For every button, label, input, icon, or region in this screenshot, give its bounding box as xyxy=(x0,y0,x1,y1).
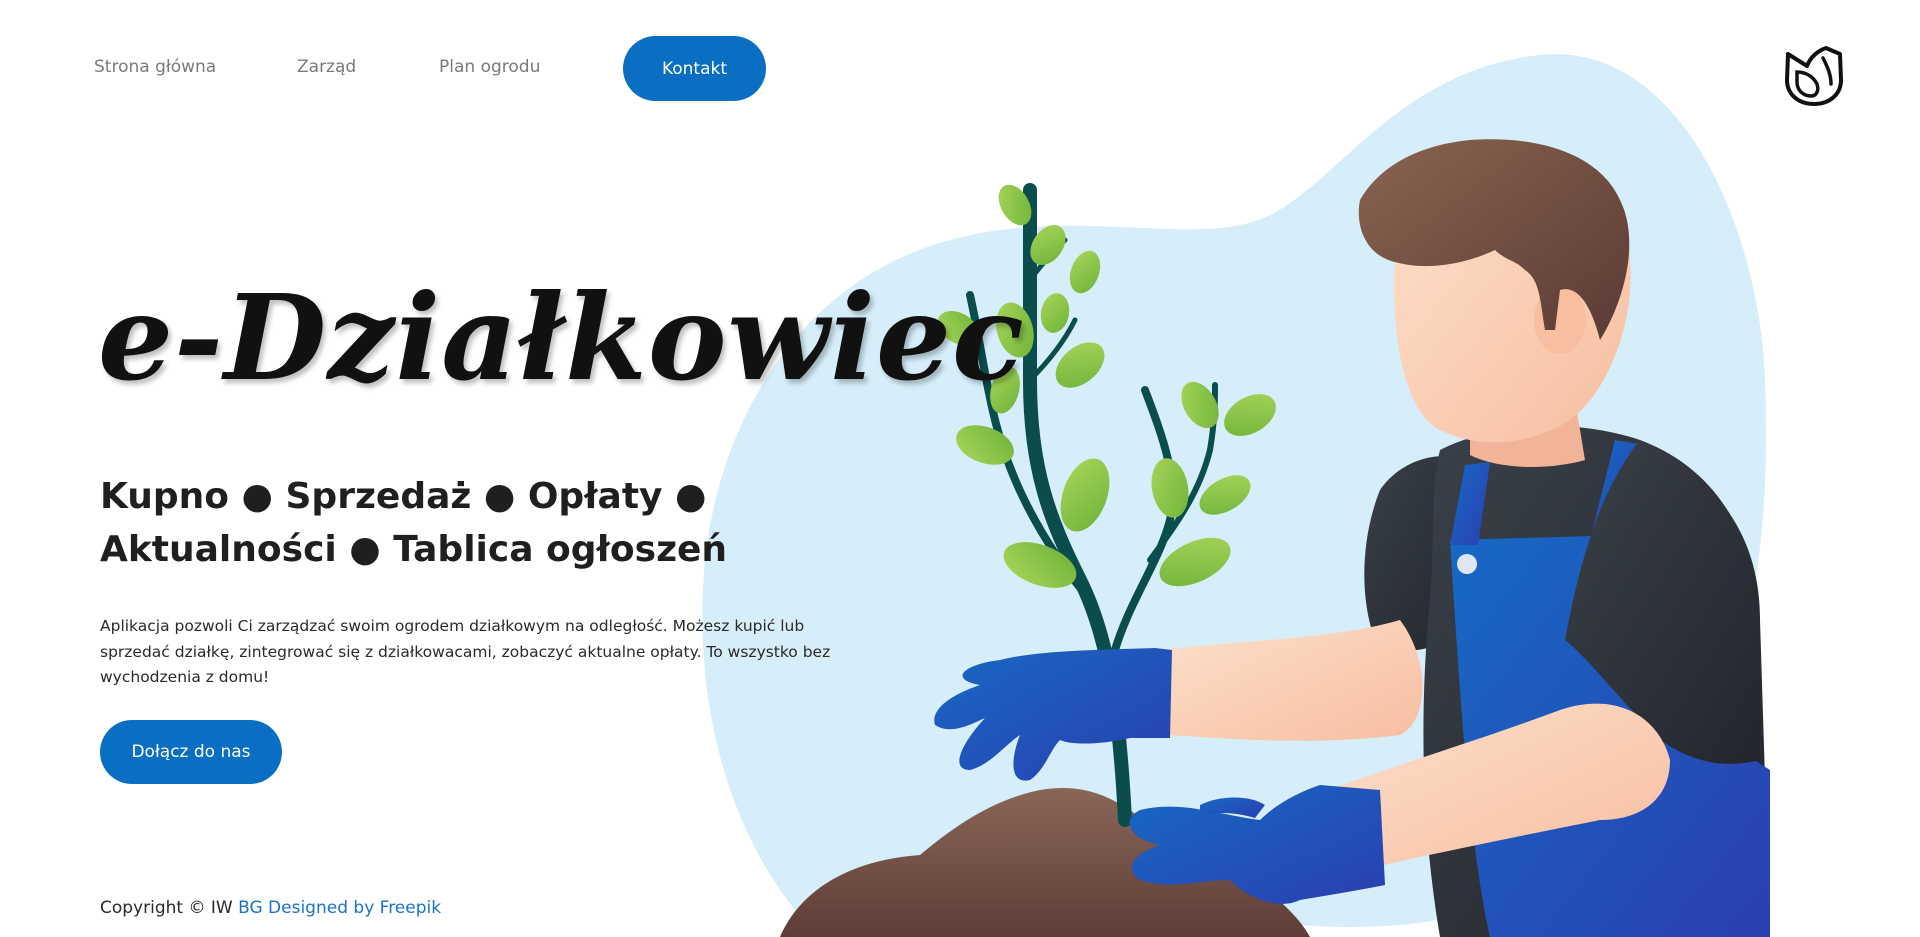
copyright-text: Copyright © IW xyxy=(100,898,233,918)
nav-link-garden-plan[interactable]: Plan ogrodu xyxy=(439,57,540,77)
nav-link-home[interactable]: Strona główna xyxy=(94,57,216,77)
tulip-logo-icon[interactable] xyxy=(1783,46,1845,108)
top-navigation: Strona główna Zarząd Plan ogrodu Kontakt xyxy=(0,0,1920,140)
tagline: Kupno ● Sprzedaż ● Opłaty ● Aktualności … xyxy=(100,470,740,576)
tagline-line-1: Kupno ● Sprzedaż ● Opłaty ● xyxy=(100,476,707,517)
brand-title: e-Działkowiec xyxy=(98,268,1025,407)
hero-description: Aplikacja pozwoli Ci zarządzać swoim ogr… xyxy=(100,617,831,686)
tagline-line-2: Aktualności ● Tablica ogłoszeń xyxy=(100,529,728,570)
join-us-button[interactable]: Dołącz do nas xyxy=(100,720,282,784)
contact-button[interactable]: Kontakt xyxy=(623,36,766,101)
gardener-illustration xyxy=(702,54,1770,937)
footer: Copyright © IW BG Designed by Freepik xyxy=(100,898,441,918)
nav-link-board[interactable]: Zarząd xyxy=(297,57,356,77)
freepik-credit-link[interactable]: BG Designed by Freepik xyxy=(238,898,441,918)
